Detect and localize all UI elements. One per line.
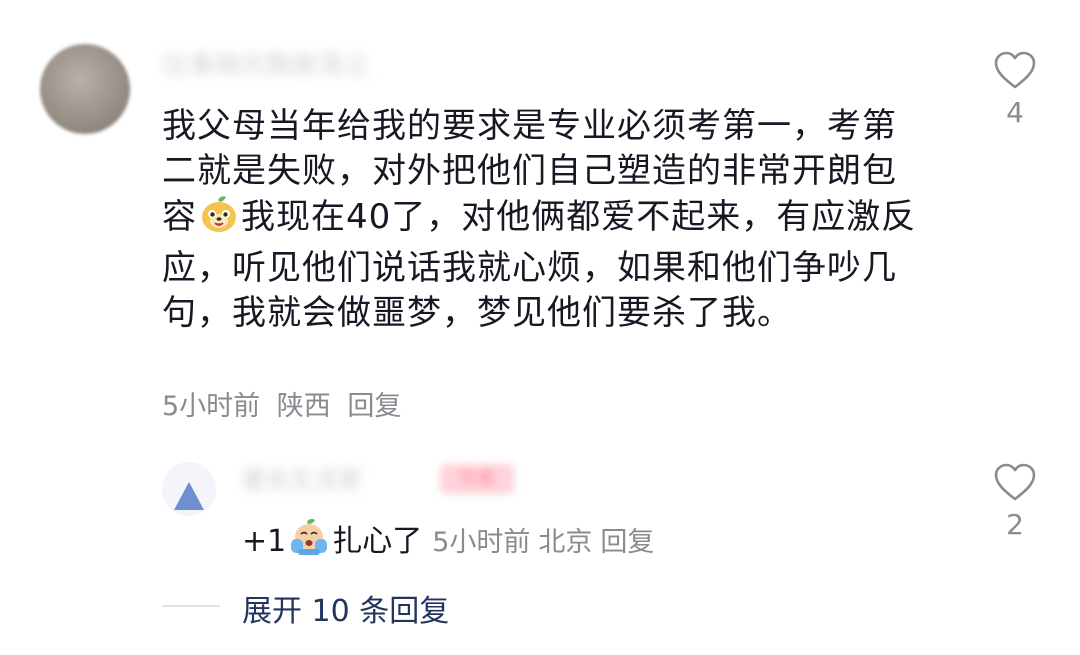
comment-time: 5小时前: [162, 391, 261, 422]
heart-icon[interactable]: [990, 50, 1040, 90]
reply-avatar[interactable]: [162, 462, 216, 516]
reply-button[interactable]: 回复: [347, 391, 401, 422]
avatar[interactable]: [40, 44, 130, 134]
comment-text: 我父母当年给我的要求是专业必须考第一，考第 二就是失败，对外把他们自己塑造的非常…: [162, 104, 962, 336]
reply-like-count: 2: [1006, 508, 1024, 541]
comment-line: 二就是失败，对外把他们自己塑造的非常开朗包: [162, 151, 897, 191]
comment-meta: 5小时前 陕西 回复: [162, 384, 409, 423]
expand-replies-button[interactable]: 展开 10 条回复: [242, 586, 449, 630]
like-count: 4: [1006, 96, 1024, 129]
reply-prefix: +1: [242, 524, 287, 559]
author-badge-blurred: 作者: [440, 464, 514, 494]
reply-location: 北京: [538, 527, 593, 558]
comment-line: 句，我就会做噩梦，梦见他们要杀了我。: [162, 293, 792, 333]
reply-time: 5小时前: [432, 527, 531, 558]
dog-face-emoji: [199, 194, 239, 246]
comment-location: 陕西: [276, 391, 331, 422]
divider-line: [162, 605, 220, 607]
reply-text: +1 扎心了 5小时前 北京 回复: [242, 516, 662, 565]
like-button[interactable]: 4: [990, 50, 1040, 129]
comment-line-prefix: 容: [162, 197, 197, 237]
comment-line: 容 我现在40了，对他俩都爱不起来，有应激反: [162, 194, 962, 246]
reply-like-button[interactable]: 2: [990, 462, 1040, 541]
crying-face-emoji: [288, 517, 330, 565]
comment-line: 我父母当年给我的要求是专业必须考第一，考第: [162, 106, 897, 146]
reply-suffix: 扎心了: [332, 524, 423, 559]
reply-username-blurred[interactable]: 匿名生活家: [242, 464, 422, 496]
heart-icon[interactable]: [990, 462, 1040, 502]
comment-line: 应，听见他们说话我就心烦，如果和他们争吵几: [162, 248, 897, 288]
reply-reply-button[interactable]: 回复: [600, 527, 654, 558]
reply-meta: 5小时前 北京 回复: [432, 527, 662, 558]
username-blurred[interactable]: 往事随风飘散落尘: [162, 48, 522, 84]
comment-line-rest: 我现在40了，对他俩都爱不起来，有应激反: [241, 197, 917, 237]
